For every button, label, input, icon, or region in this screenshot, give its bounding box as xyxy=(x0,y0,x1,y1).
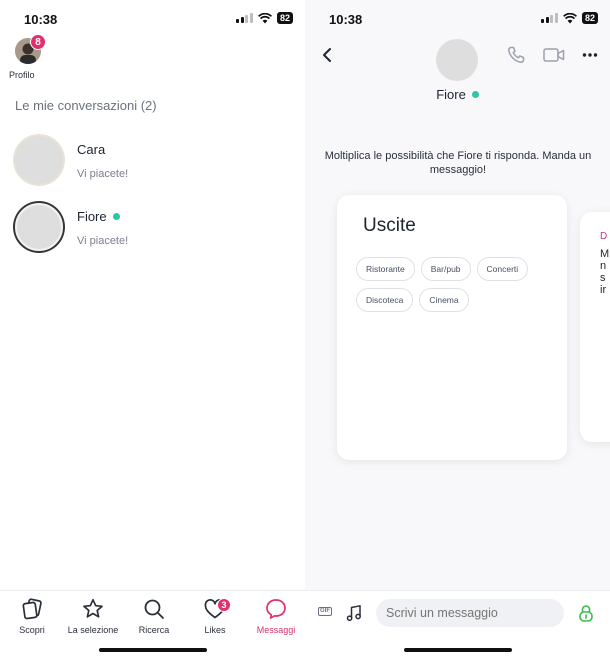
tab-la-selezione[interactable]: La selezione xyxy=(63,597,123,635)
status-bar: 10:38 82 xyxy=(305,0,610,38)
signal-icon xyxy=(236,13,253,23)
next-card-line: n xyxy=(600,260,607,272)
conversation-subtitle: Vi piacete! xyxy=(77,168,129,180)
conversation-item-fiore[interactable]: Fiore Vi piacete! xyxy=(15,203,300,263)
next-card-line: s xyxy=(600,272,606,284)
status-bar: 10:38 82 xyxy=(0,0,305,38)
contact-name: Fiore xyxy=(436,87,466,102)
conversation-name-row: Fiore xyxy=(77,209,120,224)
avatar xyxy=(15,203,63,251)
conversation-name: Fiore xyxy=(77,209,107,224)
conversation-subtitle: Vi piacete! xyxy=(77,235,129,247)
back-arrow-icon[interactable] xyxy=(317,45,337,65)
conversations-screen: 10:38 82 8 Profilo Le mie conversazioni … xyxy=(0,0,305,660)
notification-badge: 8 xyxy=(30,34,46,50)
cards-icon xyxy=(22,598,42,620)
chip-discoteca[interactable]: Discoteca xyxy=(356,288,414,312)
next-card-line: ir xyxy=(600,284,607,296)
interest-card[interactable]: Uscite Ristorante Bar/pub Concerti Disco… xyxy=(337,195,567,460)
chat-screen: 10:38 82 Fiore Moltiplica le possibilità… xyxy=(305,0,610,660)
tab-label: La selezione xyxy=(67,625,119,635)
next-card-text: M n s ir xyxy=(600,248,609,296)
tab-label: Likes xyxy=(204,625,226,635)
wifi-icon xyxy=(257,12,272,23)
tab-label: Scopri xyxy=(19,625,45,635)
battery-indicator: 82 xyxy=(581,12,598,24)
search-icon xyxy=(144,599,164,619)
video-camera-icon[interactable] xyxy=(543,47,565,63)
status-time: 10:38 xyxy=(329,12,363,27)
online-status-icon xyxy=(112,213,120,220)
contact-name-row: Fiore xyxy=(305,87,610,102)
conversation-item-cara[interactable]: Cara Vi piacete! xyxy=(15,136,300,196)
message-composer: GIF xyxy=(305,590,610,660)
status-time: 10:38 xyxy=(24,12,58,27)
more-options-icon[interactable] xyxy=(582,48,598,62)
signal-icon xyxy=(541,13,558,23)
chip-list: Ristorante Bar/pub Concerti Discoteca Ci… xyxy=(356,257,556,312)
chip-cinema[interactable]: Cinema xyxy=(419,288,469,312)
online-status-icon xyxy=(471,91,479,98)
tab-messaggi[interactable]: Messaggi xyxy=(246,597,305,635)
profile-label: Profilo xyxy=(9,70,35,80)
message-input[interactable] xyxy=(376,599,564,627)
status-icons: 82 xyxy=(236,12,293,24)
next-card-line: M xyxy=(600,248,610,260)
star-icon xyxy=(83,598,103,618)
home-indicator xyxy=(98,648,207,652)
music-note-icon[interactable] xyxy=(346,604,362,622)
wifi-icon xyxy=(562,12,577,23)
contact-avatar[interactable] xyxy=(436,39,478,81)
chip-bar-pub[interactable]: Bar/pub xyxy=(420,257,471,281)
chip-ristorante[interactable]: Ristorante xyxy=(356,257,415,281)
tab-bar: Scopri La selezione Ricerca 3 Likes Mess… xyxy=(0,590,305,660)
tab-label: Ricerca xyxy=(138,625,170,635)
tab-scopri[interactable]: Scopri xyxy=(2,597,62,635)
tab-likes[interactable]: 3 Likes xyxy=(185,597,245,635)
gif-icon[interactable]: GIF xyxy=(318,607,332,616)
avatar xyxy=(15,136,63,184)
battery-indicator: 82 xyxy=(276,12,293,24)
card-title: Uscite xyxy=(363,215,416,236)
next-card[interactable]: D M n s ir xyxy=(580,212,610,442)
likes-badge: 3 xyxy=(217,598,231,612)
tab-ricerca[interactable]: Ricerca xyxy=(124,597,184,635)
conversations-title: Le mie conversazioni (2) xyxy=(15,98,157,113)
phone-icon[interactable] xyxy=(506,45,526,65)
lock-icon[interactable] xyxy=(578,604,594,622)
home-indicator xyxy=(403,648,512,652)
tab-label: Messaggi xyxy=(256,625,296,635)
chat-bubble-icon xyxy=(266,599,286,619)
message-prompt: Moltiplica le possibilità che Fiore ti r… xyxy=(324,150,592,176)
chip-concerti[interactable]: Concerti xyxy=(476,257,529,281)
next-card-heading: D xyxy=(600,231,608,242)
conversation-name: Cara xyxy=(77,142,106,157)
status-icons: 82 xyxy=(541,12,598,24)
